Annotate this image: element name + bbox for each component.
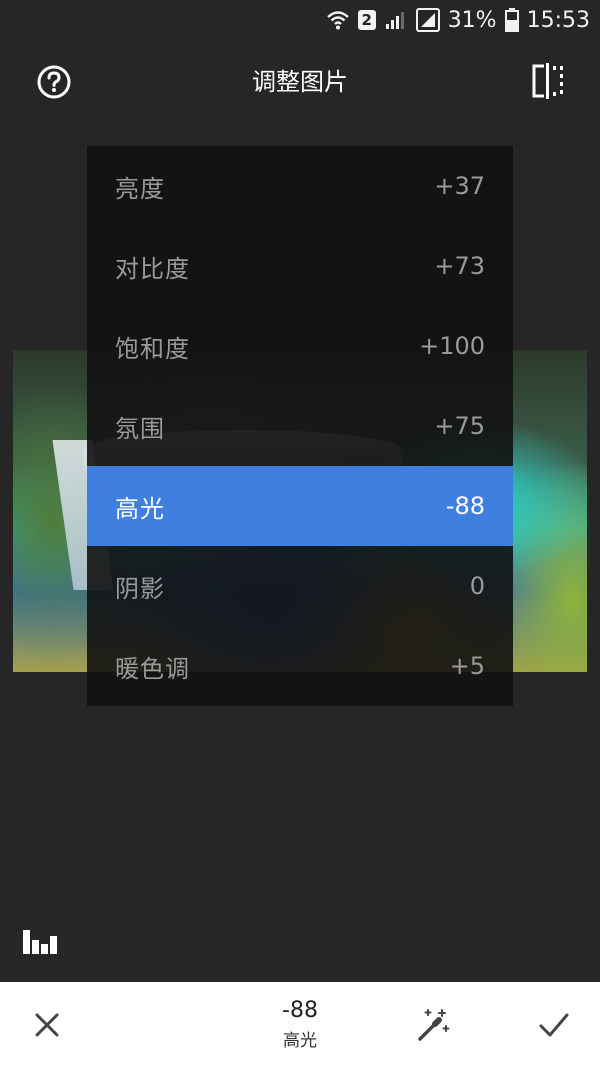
check-icon[interactable] <box>538 1010 570 1040</box>
current-adjustment: -88 高光 <box>240 998 360 1051</box>
screen: 2 31% 15:53 调整图片 亮度 +37 对比度 +73 饱和度 +100… <box>0 0 600 1067</box>
battery-percent: 31% <box>447 7 497 33</box>
magic-wand-icon[interactable] <box>414 1006 452 1044</box>
adjust-item-brightness[interactable]: 亮度 +37 <box>87 146 513 226</box>
adjust-value: +73 <box>434 252 485 280</box>
adjust-label: 氛围 <box>115 414 165 443</box>
app-bar: 调整图片 <box>0 40 600 124</box>
adjust-value: +75 <box>434 412 485 440</box>
adjust-item-saturation[interactable]: 饱和度 +100 <box>87 306 513 386</box>
adjust-item-warmth[interactable]: 暖色调 +5 <box>87 626 513 706</box>
adjust-value: +5 <box>449 652 485 680</box>
histogram-icon[interactable] <box>23 930 59 954</box>
page-title: 调整图片 <box>252 68 348 96</box>
signal-icon <box>384 9 408 31</box>
wifi-icon <box>326 9 350 31</box>
adjust-label: 对比度 <box>115 254 190 283</box>
battery-icon <box>504 8 519 32</box>
adjust-value: +100 <box>419 332 485 360</box>
adjust-item-highlights[interactable]: 高光 -88 <box>87 466 513 546</box>
compare-icon[interactable] <box>530 62 566 100</box>
adjust-label: 暖色调 <box>115 654 190 683</box>
current-label: 高光 <box>283 1031 317 1051</box>
adjust-label: 饱和度 <box>115 334 190 363</box>
adjust-value: +37 <box>434 172 485 200</box>
close-icon[interactable] <box>32 1010 62 1040</box>
adjust-value: -88 <box>445 492 485 520</box>
status-bar: 2 31% 15:53 <box>0 0 600 40</box>
adjustment-menu: 亮度 +37 对比度 +73 饱和度 +100 氛围 +75 高光 -88 阴影… <box>87 146 513 706</box>
sim-2-badge: 2 <box>357 10 376 30</box>
clock: 15:53 <box>526 7 590 33</box>
adjust-label: 高光 <box>115 494 165 523</box>
adjust-label: 阴影 <box>115 574 165 603</box>
signal-icon-2 <box>415 8 440 32</box>
adjust-item-contrast[interactable]: 对比度 +73 <box>87 226 513 306</box>
adjust-label: 亮度 <box>115 174 165 203</box>
current-value: -88 <box>282 998 318 1023</box>
bottom-bar: -88 高光 <box>0 982 600 1067</box>
adjust-item-ambiance[interactable]: 氛围 +75 <box>87 386 513 466</box>
adjust-item-shadows[interactable]: 阴影 0 <box>87 546 513 626</box>
adjust-value: 0 <box>469 572 485 600</box>
